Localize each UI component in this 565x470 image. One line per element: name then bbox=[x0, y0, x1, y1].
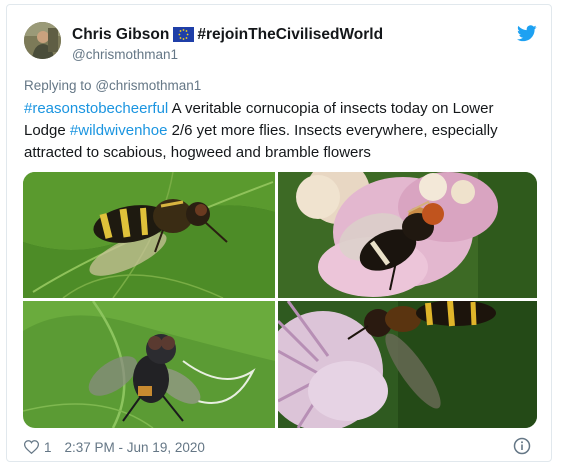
like-count[interactable]: 1 bbox=[44, 440, 52, 455]
reply-prefix: Replying to bbox=[24, 78, 92, 93]
reply-context: Replying to @chrismothman1 bbox=[24, 78, 201, 93]
media-grid bbox=[23, 172, 537, 428]
tweet-card: Chris Gibson #rejoinTheCivilisedWorld @ch… bbox=[6, 4, 552, 462]
heart-icon[interactable] bbox=[23, 440, 40, 455]
hashtag-link[interactable]: #reasonstobecheerful bbox=[24, 100, 168, 117]
photo-1[interactable] bbox=[23, 172, 275, 298]
twitter-bird-icon[interactable] bbox=[517, 25, 537, 42]
hashtag-link[interactable]: #wildwivenhoe bbox=[70, 122, 168, 139]
tweet-footer: 1 2:37 PM - Jun 19, 2020 bbox=[23, 438, 205, 456]
photo-2[interactable] bbox=[278, 172, 537, 298]
author-handle[interactable]: @chrismothman1 bbox=[72, 47, 178, 62]
photo-3[interactable] bbox=[23, 301, 275, 428]
tweet-text: #reasonstobecheerful A veritable cornuco… bbox=[24, 98, 539, 164]
reply-mention-link[interactable]: @chrismothman1 bbox=[95, 78, 201, 93]
timestamp[interactable]: 2:37 PM - Jun 19, 2020 bbox=[65, 440, 205, 455]
author-name-suffix: #rejoinTheCivilisedWorld bbox=[197, 26, 384, 43]
avatar[interactable] bbox=[24, 22, 61, 59]
eu-flag-icon bbox=[173, 27, 195, 47]
author-name[interactable]: Chris Gibson bbox=[72, 26, 169, 43]
photo-4[interactable] bbox=[278, 301, 537, 428]
info-icon[interactable] bbox=[513, 437, 531, 455]
author-name-row[interactable]: Chris Gibson #rejoinTheCivilisedWorld bbox=[72, 26, 383, 47]
